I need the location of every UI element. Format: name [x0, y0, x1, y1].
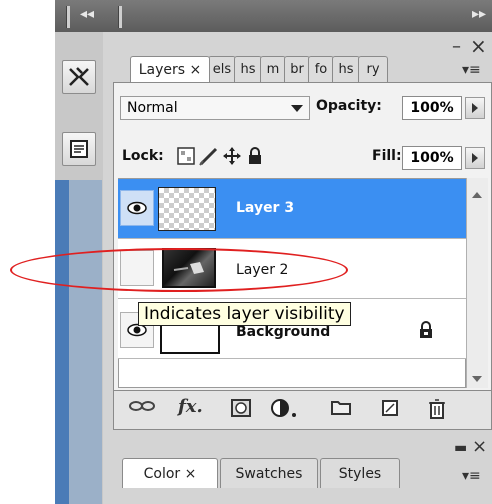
tab-history[interactable]: ry	[358, 56, 388, 82]
tab-paths[interactable]: hs	[234, 56, 262, 82]
layer-visibility-toggle[interactable]	[120, 190, 154, 226]
scroll-down-icon[interactable]	[472, 376, 482, 382]
opacity-label: Opacity:	[316, 98, 382, 114]
collapse-icon[interactable]: ◂◂	[80, 6, 94, 22]
tab-hs[interactable]: hs	[332, 56, 360, 82]
chevron-down-icon	[291, 105, 303, 112]
tab-layers[interactable]: Layers ×	[130, 56, 210, 82]
add-mask-icon[interactable]	[230, 398, 252, 423]
eye-icon	[127, 201, 147, 215]
group-folder-icon[interactable]	[330, 398, 352, 421]
tools-icon[interactable]	[62, 60, 96, 94]
lock-brush-icon[interactable]	[198, 146, 220, 170]
fill-input[interactable]: 100%	[402, 146, 462, 170]
tab-layers-label: Layers	[138, 61, 186, 78]
layer-name[interactable]: Background	[236, 324, 330, 340]
link-layers-icon[interactable]	[128, 398, 156, 419]
tab-swatches[interactable]: Swatches	[220, 458, 318, 488]
opacity-input[interactable]: 100%	[402, 96, 462, 120]
trash-icon[interactable]	[428, 398, 446, 425]
canvas-edge-strip-2	[69, 180, 102, 504]
fill-label: Fill:	[372, 148, 402, 164]
layers-scrollbar[interactable]	[466, 178, 488, 388]
blend-mode-select[interactable]: Normal	[120, 96, 310, 120]
lock-all-icon[interactable]	[246, 146, 264, 170]
lock-move-icon[interactable]	[222, 146, 242, 170]
visibility-tooltip: Indicates layer visibility	[138, 302, 351, 326]
panel-menu-icon-2[interactable]: ▾≡	[462, 468, 481, 484]
panel-minimize-icon[interactable]: –	[452, 36, 461, 57]
layer-name[interactable]: Layer 3	[236, 200, 294, 216]
expand-icon[interactable]: ▸▸	[472, 6, 486, 22]
adjustment-layer-icon[interactable]	[270, 398, 300, 423]
tab-close-icon[interactable]: ×	[185, 466, 197, 482]
blend-mode-value: Normal	[127, 100, 178, 116]
fill-slider-button[interactable]	[465, 147, 485, 169]
layer-style-icon[interactable]: fx.	[178, 396, 203, 417]
panel-menu-icon[interactable]: ▾≡	[462, 62, 481, 78]
dock-grip-handle-2[interactable]	[118, 6, 122, 28]
tab-color-label: Color	[143, 465, 181, 482]
tab-styles[interactable]: Styles	[320, 458, 400, 488]
play-right-icon-2	[472, 153, 478, 163]
annotation-ellipse	[10, 248, 348, 292]
tab-brushes[interactable]: br	[284, 56, 310, 82]
tab-close-icon[interactable]: ×	[190, 62, 202, 78]
panel-close-icon-2[interactable]: ×	[472, 436, 487, 457]
canvas-edge-strip	[55, 180, 69, 504]
tab-fo[interactable]: fo	[308, 56, 334, 82]
tab-color[interactable]: Color ×	[122, 458, 218, 488]
lock-label: Lock:	[122, 148, 164, 164]
lock-icon	[418, 320, 434, 344]
scroll-up-icon[interactable]	[472, 192, 482, 198]
opacity-slider-button[interactable]	[465, 97, 485, 119]
dock-grip-handle[interactable]	[66, 6, 70, 28]
new-layer-icon[interactable]	[380, 398, 400, 423]
layer-thumbnail	[158, 187, 216, 231]
tab-m[interactable]: m	[260, 56, 286, 82]
info-panel-icon[interactable]	[62, 132, 96, 166]
play-right-icon	[472, 103, 478, 113]
lock-transparent-icon[interactable]	[176, 146, 196, 170]
panel-minimize-icon-2[interactable]: ▬	[454, 440, 467, 456]
panel-close-icon[interactable]: ×	[470, 34, 487, 58]
tab-channels[interactable]: els	[208, 56, 236, 82]
